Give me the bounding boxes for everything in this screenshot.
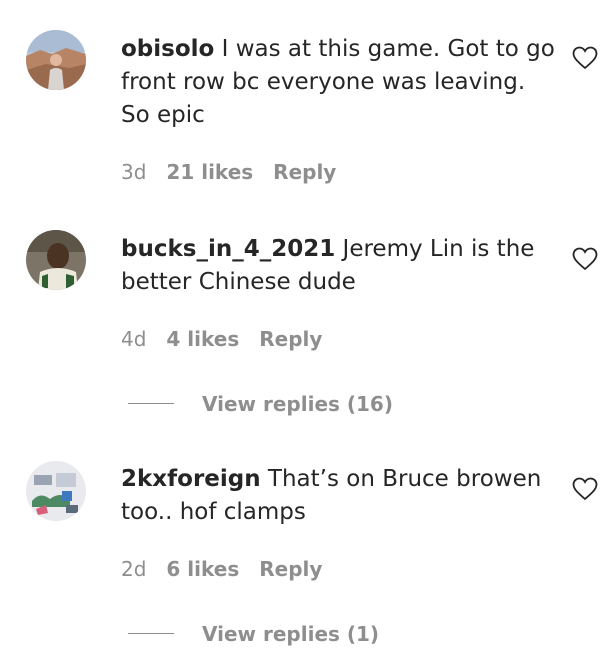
reply-button[interactable]: Reply [259,557,322,581]
view-replies-label: View replies (1) [202,622,380,646]
comment-text: obisolo I was at this game. Got to go fr… [121,33,561,132]
comment-likes[interactable]: 4 likes [166,327,239,351]
comment-likes[interactable]: 21 likes [166,160,253,184]
view-replies-label: View replies (16) [202,392,393,416]
replies-divider-line [128,403,174,404]
comment-time: 3d [121,160,147,184]
avatar[interactable] [26,30,86,90]
reply-button[interactable]: Reply [259,327,322,351]
comment-meta: 4d 4 likes Reply [121,327,342,351]
heart-icon[interactable] [572,247,598,271]
heart-icon[interactable] [572,477,598,501]
avatar[interactable] [26,461,86,521]
comment-time: 4d [121,327,147,351]
view-replies-button[interactable]: View replies (1) [128,622,379,646]
comment-meta: 2d 6 likes Reply [121,557,342,581]
comment-text: 2kxforeign That’s on Bruce browen too.. … [121,463,561,529]
avatar[interactable] [26,230,86,290]
heart-icon[interactable] [572,46,598,70]
comment-username[interactable]: bucks_in_4_2021 [121,236,335,262]
comment-meta: 3d 21 likes Reply [121,160,356,184]
comment-username[interactable]: obisolo [121,36,214,62]
comment-time: 2d [121,557,147,581]
replies-divider-line [128,633,174,634]
reply-button[interactable]: Reply [273,160,336,184]
comment-username[interactable]: 2kxforeign [121,466,261,492]
comment-likes[interactable]: 6 likes [166,557,239,581]
view-replies-button[interactable]: View replies (16) [128,392,393,416]
comment-text: bucks_in_4_2021 Jeremy Lin is the better… [121,233,561,299]
